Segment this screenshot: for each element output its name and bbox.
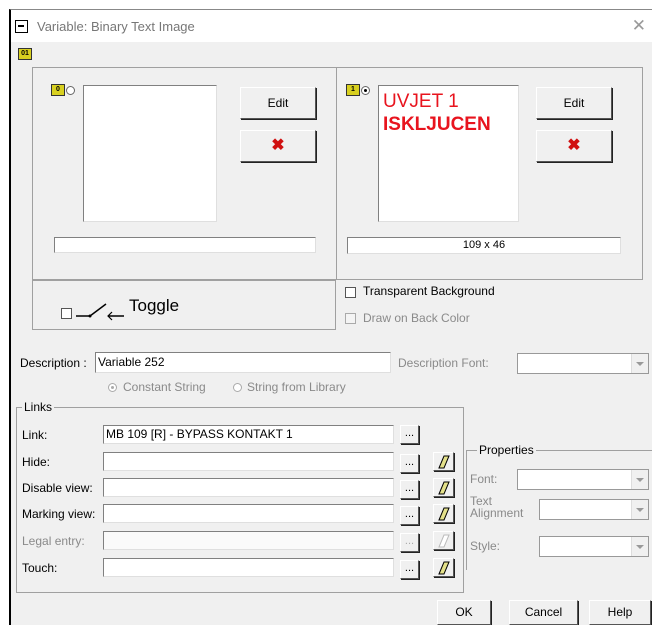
switch-icon bbox=[76, 303, 124, 321]
state-1-preview[interactable]: UVJET 1 ISKLJUCEN bbox=[378, 85, 519, 222]
state-0-size-field bbox=[54, 237, 316, 253]
close-icon[interactable]: ✕ bbox=[632, 16, 646, 36]
state-1-icon: 1 bbox=[346, 84, 360, 96]
link-row-input[interactable] bbox=[103, 504, 394, 523]
style-label: Style: bbox=[470, 539, 501, 553]
link-row-input[interactable] bbox=[103, 531, 394, 550]
state-0-radio[interactable] bbox=[66, 86, 75, 95]
description-font-select[interactable] bbox=[517, 353, 649, 374]
cancel-button[interactable]: Cancel bbox=[509, 600, 578, 625]
link-row-input[interactable] bbox=[103, 558, 394, 577]
window-title: Variable: Binary Text Image bbox=[37, 19, 195, 34]
links-group-label: Links bbox=[22, 400, 55, 414]
eraser-icon[interactable] bbox=[433, 478, 454, 497]
eraser-icon[interactable] bbox=[433, 452, 454, 471]
transparent-bg-checkbox[interactable] bbox=[345, 287, 356, 298]
link-row-input[interactable] bbox=[103, 478, 394, 497]
eraser-icon[interactable] bbox=[433, 558, 454, 577]
dialog-window: Variable: Binary Text Image ✕ 01 0 Edit … bbox=[9, 9, 652, 625]
description-input[interactable]: Variable 252 bbox=[95, 352, 391, 373]
link-row-input[interactable] bbox=[103, 452, 394, 471]
toggle-checkbox[interactable] bbox=[61, 308, 72, 319]
string-from-library-radio[interactable] bbox=[233, 383, 242, 392]
help-button[interactable]: Help bbox=[589, 600, 651, 625]
description-font-label: Description Font: bbox=[398, 356, 489, 370]
transparent-bg-label: Transparent Background bbox=[363, 284, 495, 298]
browse-button[interactable]: ... bbox=[400, 454, 419, 473]
chevron-down-icon bbox=[631, 537, 648, 556]
browse-button[interactable]: ... bbox=[400, 425, 419, 444]
constant-string-radio[interactable] bbox=[108, 383, 117, 392]
state-1-text-line-1: UVJET 1 bbox=[383, 91, 459, 112]
ok-button[interactable]: OK bbox=[437, 600, 491, 625]
state-1-edit-button[interactable]: Edit bbox=[536, 87, 612, 119]
constant-string-label: Constant String bbox=[123, 380, 206, 394]
string-from-library-label: String from Library bbox=[247, 380, 346, 394]
chevron-down-icon bbox=[631, 500, 648, 519]
state-0-icon: 0 bbox=[51, 84, 65, 96]
link-row-label: Hide: bbox=[22, 455, 51, 469]
properties-group-label: Properties bbox=[477, 443, 536, 457]
text-alignment-select[interactable] bbox=[539, 499, 649, 520]
draw-on-back-color-label: Draw on Back Color bbox=[363, 311, 470, 325]
browse-button[interactable]: ... bbox=[400, 480, 419, 499]
state-0-edit-button[interactable]: Edit bbox=[240, 87, 316, 119]
link-row-label: Touch: bbox=[22, 561, 58, 575]
link-row-label: Disable view: bbox=[22, 481, 93, 495]
browse-button[interactable]: ... bbox=[400, 533, 419, 552]
link-row-label: Marking view: bbox=[22, 507, 96, 521]
title-bar: Variable: Binary Text Image ✕ bbox=[11, 10, 652, 42]
app-icon bbox=[15, 20, 28, 33]
state-0-delete-button[interactable]: ✖ bbox=[240, 130, 316, 162]
link-row-label: Legal entry: bbox=[22, 534, 85, 548]
state-1-delete-button[interactable]: ✖ bbox=[536, 130, 612, 162]
draw-on-back-color-checkbox[interactable] bbox=[345, 313, 356, 324]
link-row-input[interactable]: MB 109 [R] - BYPASS KONTAKT 1 bbox=[103, 425, 394, 444]
browse-button[interactable]: ... bbox=[400, 560, 419, 579]
font-label: Font: bbox=[470, 472, 498, 486]
variable-type-icon: 01 bbox=[18, 48, 32, 60]
chevron-down-icon bbox=[631, 354, 648, 373]
style-select[interactable] bbox=[539, 536, 649, 557]
font-select[interactable] bbox=[517, 469, 649, 490]
state-1-size-field: 109 x 46 bbox=[347, 237, 621, 254]
state-1-radio[interactable] bbox=[361, 86, 370, 95]
state-0-preview[interactable] bbox=[83, 85, 217, 222]
text-alignment-label: Text Alignment bbox=[470, 494, 524, 520]
toggle-label: Toggle bbox=[129, 296, 180, 315]
description-label: Description : bbox=[20, 356, 87, 370]
browse-button[interactable]: ... bbox=[400, 506, 419, 525]
link-row-label: Link: bbox=[22, 428, 48, 442]
eraser-icon[interactable] bbox=[433, 531, 454, 550]
chevron-down-icon bbox=[631, 470, 648, 489]
state-1-text-line-2: ISKLJUCEN bbox=[383, 114, 491, 135]
eraser-icon[interactable] bbox=[433, 504, 454, 523]
